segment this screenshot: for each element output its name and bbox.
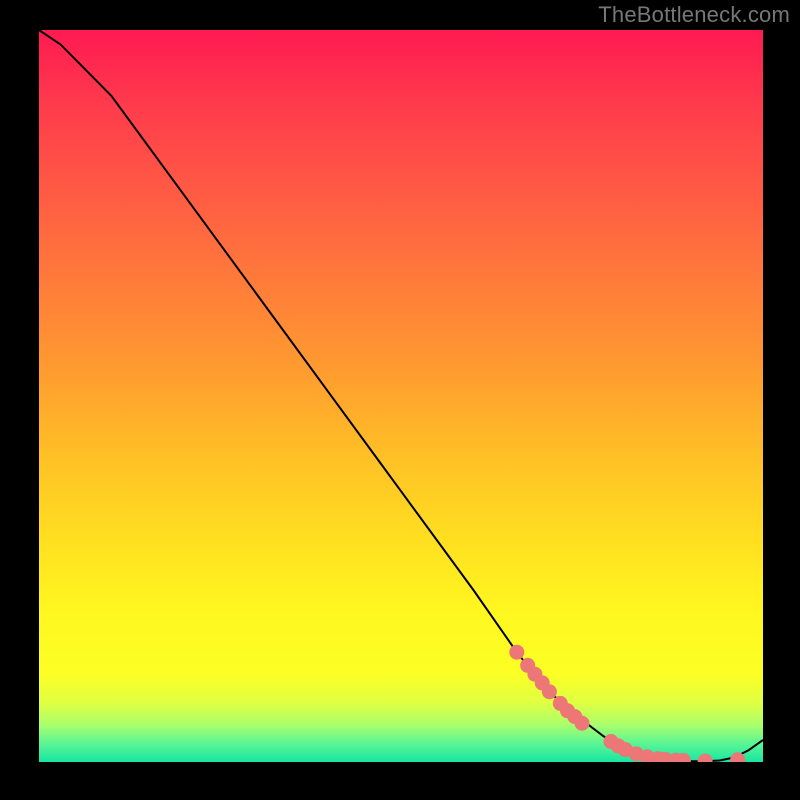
bottleneck-curve bbox=[39, 30, 763, 761]
chart-overlay bbox=[39, 30, 763, 762]
sample-point bbox=[510, 645, 524, 659]
sample-points bbox=[510, 645, 745, 762]
plot-area bbox=[39, 30, 763, 762]
attribution-label: TheBottleneck.com bbox=[598, 2, 790, 28]
sample-point bbox=[575, 716, 589, 730]
sample-point bbox=[731, 753, 745, 762]
sample-point bbox=[542, 685, 556, 699]
chart-container: TheBottleneck.com bbox=[0, 0, 800, 800]
sample-point bbox=[698, 754, 712, 762]
